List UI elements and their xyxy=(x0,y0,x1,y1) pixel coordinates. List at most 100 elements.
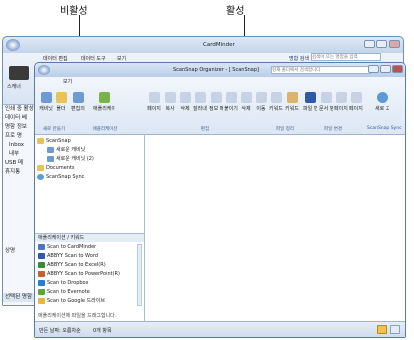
sidebar-item[interactable]: 내부 xyxy=(3,150,36,159)
item-count: 0개 항목 xyxy=(93,328,112,334)
cabinet-icon xyxy=(40,92,52,103)
sidebar-bottom-item[interactable]: 상명 xyxy=(3,247,15,256)
app-item[interactable]: ABBYY Scan to Word xyxy=(38,252,98,260)
scanner-label: 스캐너 xyxy=(7,84,21,90)
view-toggle-button[interactable] xyxy=(377,325,387,334)
sidebar-item[interactable]: Inbox xyxy=(3,141,36,150)
sidebar-item[interactable]: 휴지통 xyxy=(3,168,36,177)
page-icon xyxy=(148,92,160,103)
keyword-edit-button[interactable]: 키워드 편집 xyxy=(269,92,283,112)
word-icon xyxy=(38,252,45,259)
rotate-icon xyxy=(335,92,347,103)
paste-icon xyxy=(225,92,237,103)
apps-scrollbar[interactable] xyxy=(137,244,142,306)
organizer-ribbon: 보기 캐비닛 폴더 편집의 일기 애플리케이션 페이지 복사 삭제 잘라내기 정… xyxy=(35,77,405,135)
scanner-icon[interactable] xyxy=(9,66,29,80)
scansnap-folder-icon xyxy=(37,137,44,144)
sync-icon xyxy=(37,173,44,180)
card-search-input[interactable] xyxy=(311,53,381,61)
folder-icon xyxy=(37,164,44,171)
cardminder-titlebar[interactable]: CardMinder xyxy=(3,37,403,53)
merge-button[interactable]: 문서 병합 xyxy=(319,92,333,112)
copy-button[interactable]: 복사 xyxy=(163,92,177,112)
tree-item[interactable]: Documents xyxy=(37,164,75,172)
app-item[interactable]: ABBYY Scan to PowerPoint(R) xyxy=(38,270,120,278)
file-view-area[interactable] xyxy=(145,135,405,321)
active-caption: 활성 xyxy=(226,6,245,17)
minimize-button[interactable] xyxy=(368,65,379,73)
sidebar-bottom-item[interactable]: 선택된 명함 xyxy=(3,293,36,302)
cardminder-sidebar: 인쇄 중 활성 데이터 베 명함 정보 프로 명 Inbox 내부 USB 메 … xyxy=(3,105,37,305)
group-label-new: 새로 만들기 xyxy=(42,127,66,132)
refresh-button[interactable]: 새로 고침 xyxy=(375,92,389,112)
organizer-titlebar[interactable]: ScanSnap Organizer - [ ScanSnap] xyxy=(35,63,405,77)
arrange-icon xyxy=(350,92,362,103)
page-button[interactable]: 페이지 xyxy=(147,92,161,112)
application-icon xyxy=(98,92,110,103)
group-label-file-organize: 파일 정리 xyxy=(276,127,294,132)
sidebar-item[interactable]: 인쇄 중 활성 xyxy=(3,105,36,114)
sort-status: 만든 날짜: 오름차순 xyxy=(39,328,81,334)
scansnap-organizer-window[interactable]: ScanSnap Organizer - [ ScanSnap] 보기 캐비닛 … xyxy=(34,62,406,338)
folder-button[interactable]: 폴더 xyxy=(54,92,68,112)
rotate-button[interactable]: 페이지 회전 xyxy=(334,92,348,112)
app-orb-icon[interactable] xyxy=(38,65,50,75)
tree-item[interactable]: ScanSnap Sync xyxy=(37,173,84,181)
app-item[interactable]: Scan to Dropbox xyxy=(38,279,88,287)
cut-button[interactable]: 잘라내기 xyxy=(193,92,207,112)
move-button[interactable]: 이동 xyxy=(254,92,268,112)
merge-icon xyxy=(320,92,332,103)
excel-icon xyxy=(38,261,45,268)
close-button[interactable] xyxy=(392,65,403,73)
group-label-application: 애플리케이션 xyxy=(92,127,118,132)
keyword-add-button[interactable]: 키워드 추가 xyxy=(285,92,299,112)
info-menu-button[interactable]: 정보 메뉴 xyxy=(209,92,223,112)
delete-button[interactable]: 삭제 xyxy=(178,92,192,112)
apps-header: 애플리케이션 / 키워드 xyxy=(35,234,144,242)
window-title: ScanSnap Organizer - [ ScanSnap] xyxy=(173,67,259,73)
close-button[interactable] xyxy=(389,40,400,48)
remove-icon xyxy=(240,92,252,103)
remove-button[interactable]: 삭제 xyxy=(239,92,253,112)
move-icon xyxy=(255,92,267,103)
paste-button[interactable]: 붙이기 xyxy=(224,92,238,112)
tab-view[interactable]: 보기 xyxy=(63,78,72,85)
tab-data-edit[interactable]: 데이터 편집 xyxy=(43,55,68,62)
app-item[interactable]: ABBYY Scan to Excel(R) xyxy=(38,261,106,269)
google-drive-icon xyxy=(38,297,45,304)
folder-search-input[interactable] xyxy=(271,66,371,74)
app-orb-icon[interactable] xyxy=(6,39,20,51)
maximize-button[interactable] xyxy=(376,40,387,48)
diary-icon xyxy=(72,92,84,103)
apps-panel: 애플리케이션 / 키워드 Scan to CardMinder ABBYY Sc… xyxy=(35,233,145,323)
tree-item[interactable]: 새로운 캐비닛 (2) xyxy=(47,155,94,163)
status-bar: 만든 날짜: 오름차순 0개 항목 xyxy=(35,321,405,337)
app-item[interactable]: Scan to CardMinder xyxy=(38,243,96,251)
cut-icon xyxy=(194,92,206,103)
file-convert-button[interactable]: 파일 변환 xyxy=(303,92,317,112)
dropbox-icon xyxy=(38,279,45,286)
tab-data-tools[interactable]: 데이터 도구 xyxy=(81,55,106,62)
apps-footer: 애플리케이션에 파일을 드래그합니다. xyxy=(38,313,117,319)
evernote-icon xyxy=(38,288,45,295)
tree-item-root[interactable]: ScanSnap xyxy=(37,137,71,145)
app-item[interactable]: Scan to Google 드라이브 xyxy=(38,297,105,305)
app-item[interactable]: Scan to Evernote xyxy=(38,288,90,296)
tab-view[interactable]: 보기 xyxy=(117,55,126,62)
sidebar-item[interactable]: 프로 명 xyxy=(3,132,36,141)
tree-item[interactable]: 새로운 캐비닛 xyxy=(47,146,85,154)
minimize-button[interactable] xyxy=(364,40,375,48)
sidebar-item[interactable]: USB 메 xyxy=(3,159,36,168)
recent-button[interactable]: 편집의 일기 xyxy=(71,92,85,112)
sidebar-item[interactable]: 데이터 베 xyxy=(3,114,36,123)
application-button[interactable]: 애플리케이션 xyxy=(93,92,115,112)
inactive-caption: 비활성 xyxy=(60,6,88,17)
cardminder-icon xyxy=(38,243,45,250)
cabinet-button[interactable]: 캐비닛 xyxy=(39,92,53,112)
sidebar-item[interactable]: 명함 정보 xyxy=(3,123,36,132)
arrange-button[interactable]: 페이지 정리 xyxy=(349,92,363,112)
group-label-scansnap-sync: ScanSnap Sync xyxy=(367,126,402,131)
folder-icon xyxy=(55,92,67,103)
maximize-button[interactable] xyxy=(380,65,391,73)
view-toggle-button[interactable] xyxy=(390,325,400,334)
